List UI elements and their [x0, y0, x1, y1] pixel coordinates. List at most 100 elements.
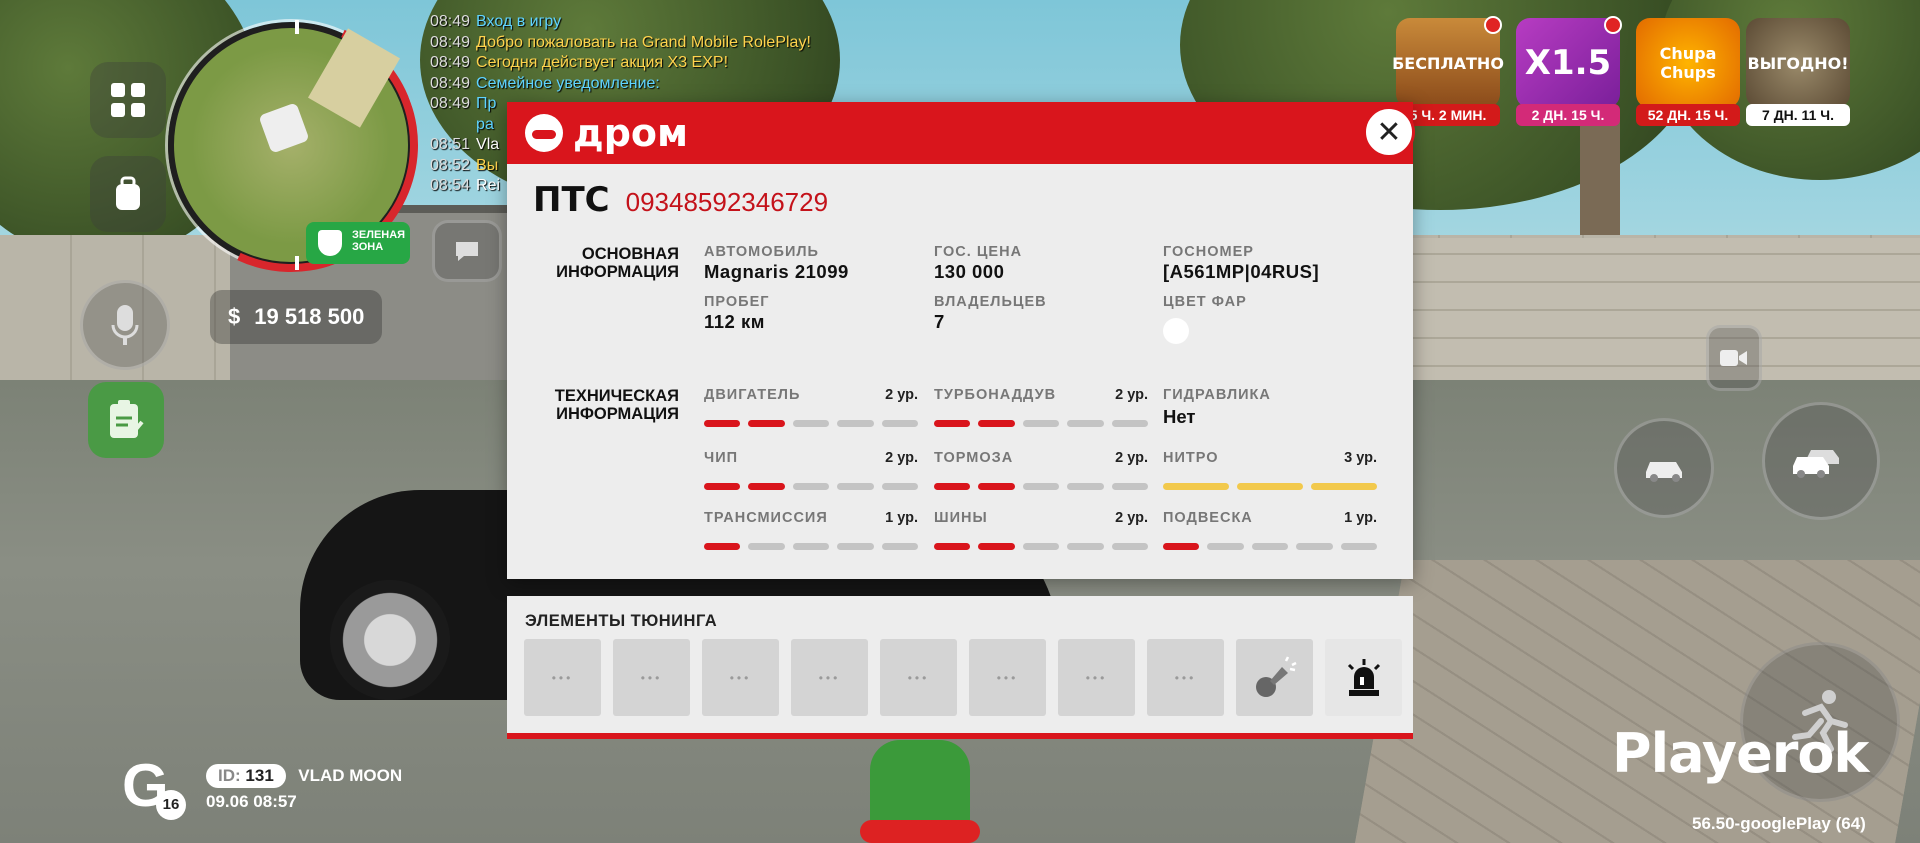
car-icon — [1646, 462, 1682, 482]
promo-item[interactable]: ВЫГОДНО! 7 ДН. 11 Ч. — [1746, 18, 1850, 126]
level-bars — [1163, 483, 1377, 490]
version-label: 56.50-googlePlay (64) — [1692, 814, 1866, 833]
chat-button[interactable] — [432, 220, 502, 282]
tuning-slot-horn[interactable] — [1236, 639, 1313, 716]
dialog-header: дром — [507, 102, 1413, 164]
chat-text: ра — [476, 115, 494, 133]
level-segment — [1163, 483, 1229, 490]
level-segment — [704, 543, 741, 550]
more-dots-icon: ••• — [818, 670, 841, 685]
tech-field: ГИДРАВЛИКА Нет — [1163, 387, 1377, 428]
tuning-slot-empty[interactable]: ••• — [702, 639, 779, 716]
player-name: VLAD MOON — [298, 766, 403, 785]
level-bars — [934, 420, 1149, 427]
grid-icon — [111, 83, 145, 117]
level-segment — [1067, 420, 1104, 427]
backpack-icon — [116, 176, 140, 210]
tech-field: ЧИП 2 ур. — [704, 450, 919, 490]
tech-level: 2 ур. — [1115, 510, 1148, 526]
tuning-slot-empty[interactable]: ••• — [613, 639, 690, 716]
microphone-icon — [111, 305, 139, 345]
close-button[interactable]: ✕ — [1363, 106, 1415, 158]
tech-label: ШИНЫ — [934, 510, 988, 526]
promo-item[interactable]: Chupa Chups 52 ДН. 15 Ч. — [1636, 18, 1740, 126]
level-segment — [1311, 483, 1377, 490]
level-segment — [881, 420, 919, 427]
level-segment — [1111, 420, 1149, 427]
field-label: АВТОМОБИЛЬ — [704, 244, 819, 260]
pts-dialog: дром ✕ ПТС 09348592346729 ОСНОВНАЯ ИНФОР… — [507, 102, 1415, 579]
tech-level: 1 ур. — [1344, 510, 1377, 526]
level-segment — [1207, 543, 1244, 550]
tuning-slot-siren[interactable] — [1325, 639, 1402, 716]
info-field: ЦВЕТ ФАР — [1163, 294, 1373, 344]
clock: 08:57 — [253, 792, 297, 811]
level-segment — [1067, 543, 1104, 550]
shield-icon — [318, 230, 342, 256]
money-amount: 19 518 500 — [254, 304, 365, 329]
promo-item[interactable]: X1.5 2 ДН. 15 Ч. — [1516, 16, 1622, 126]
more-dots-icon: ••• — [1174, 670, 1197, 685]
clipboard-icon — [110, 400, 144, 438]
tech-label: ТУРБОНАДДУВ — [934, 387, 1057, 403]
tech-label: ТОРМОЗА — [934, 450, 1014, 466]
tuning-slot-empty[interactable]: ••• — [1058, 639, 1135, 716]
tech-info-title: ТЕХНИЧЕСКАЯ ИНФОРМАЦИЯ — [554, 387, 679, 423]
level-segment — [978, 483, 1015, 490]
chat-text: Вы — [476, 156, 499, 174]
level-segment — [978, 420, 1015, 427]
chat-line: 08:49 Семейное уведомление: — [430, 74, 811, 95]
camera-button[interactable] — [1706, 325, 1762, 391]
chat-time: 08:49 — [430, 95, 471, 112]
level-badge: 16 — [156, 790, 186, 820]
tuning-slot-empty[interactable]: ••• — [524, 639, 601, 716]
chat-line: 08:49 Сегодня действует акция X3 EXP! — [430, 53, 811, 74]
level-segment — [881, 483, 919, 490]
level-segment — [1022, 543, 1060, 550]
field-value: [A561MP|04RUS] — [1163, 261, 1320, 282]
info-field: АВТОМОБИЛЬ Magnaris 21099 — [704, 244, 914, 283]
level-segment — [837, 483, 874, 490]
game-logo: G 16 — [122, 756, 196, 820]
tuning-slot-empty[interactable]: ••• — [969, 639, 1046, 716]
chat-time: 08:54 — [430, 177, 471, 194]
promo-image: Chupa Chups — [1636, 18, 1740, 108]
promo-timer: 2 ДН. 15 Ч. — [1516, 104, 1620, 126]
chat-time: 08:49 — [430, 54, 471, 71]
tasks-button[interactable] — [88, 382, 164, 458]
tech-level: 2 ур. — [885, 387, 918, 403]
level-segment — [934, 483, 971, 490]
level-segment — [1251, 543, 1289, 550]
info-field: ГОС. ЦЕНА 130 000 — [934, 244, 1144, 283]
inventory-button[interactable] — [90, 156, 166, 232]
level-segment — [1111, 543, 1149, 550]
tuning-slot-empty[interactable]: ••• — [791, 639, 868, 716]
tuning-slot-empty[interactable]: ••• — [880, 639, 957, 716]
tuning-slots: ••• ••• ••• ••• ••• ••• ••• ••• — [524, 639, 1402, 716]
level-segment — [748, 483, 785, 490]
menu-button[interactable] — [90, 62, 166, 138]
tuning-slot-empty[interactable]: ••• — [1147, 639, 1224, 716]
field-label: ГОС. ЦЕНА — [934, 244, 1023, 260]
enter-vehicle-button[interactable] — [1762, 402, 1880, 520]
level-segment — [748, 420, 785, 427]
green-zone-badge: ЗЕЛЕНАЯ ЗОНА — [306, 222, 410, 264]
player-info: G 16 ID: 131 VLAD MOON 09.06 08:57 — [122, 756, 402, 820]
level-bars — [704, 420, 919, 427]
vehicle-menu-button[interactable] — [1614, 418, 1714, 518]
siren-icon — [1347, 658, 1380, 696]
id-pill: ID: 131 — [206, 764, 286, 788]
field-label: ПРОБЕГ — [704, 294, 770, 310]
chat-line: 08:49 Вход в игру — [430, 12, 811, 33]
promo-image: БЕСПЛАТНО — [1392, 18, 1504, 108]
chat-time: 08:49 — [430, 74, 471, 92]
tech-label: ПОДВЕСКА — [1163, 510, 1253, 526]
chat-text: Rei — [476, 177, 501, 194]
minimap-tick — [295, 20, 299, 34]
level-segment — [934, 420, 971, 427]
more-dots-icon: ••• — [907, 670, 930, 685]
voice-chat-button[interactable] — [80, 280, 170, 370]
tech-field: ТОРМОЗА 2 ур. — [934, 450, 1149, 490]
level-segment — [1022, 483, 1060, 490]
level-segment — [704, 483, 741, 490]
